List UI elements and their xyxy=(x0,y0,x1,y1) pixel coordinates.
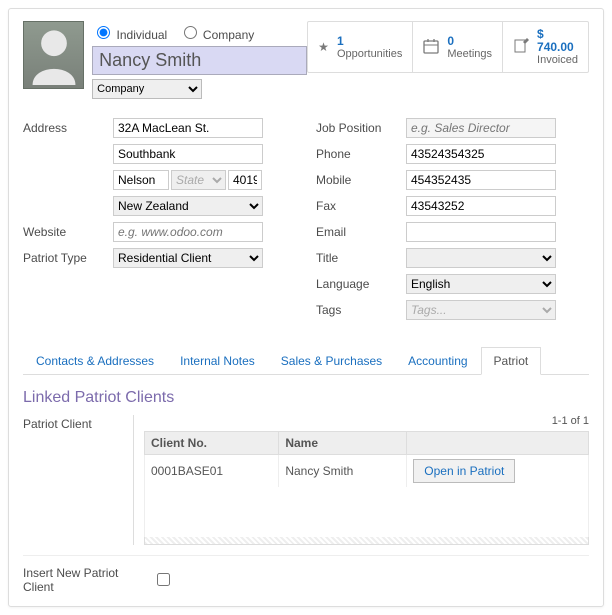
patriot-client-label: Patriot Client xyxy=(23,415,133,431)
country-select[interactable]: New Zealand xyxy=(113,196,263,216)
avatar xyxy=(23,21,84,89)
col-action xyxy=(407,432,589,455)
stat-opportunities-num: 1 xyxy=(337,35,402,48)
phone-input[interactable] xyxy=(406,144,556,164)
phone-label: Phone xyxy=(316,147,406,161)
cell-name: Nancy Smith xyxy=(279,455,407,488)
stat-opportunities[interactable]: ★ 1Opportunities xyxy=(308,22,412,72)
type-individual-label: Individual xyxy=(117,28,168,42)
state-select[interactable]: State xyxy=(171,170,226,190)
email-label: Email xyxy=(316,225,406,239)
tags-label: Tags xyxy=(316,303,406,317)
zip-input[interactable] xyxy=(228,170,262,190)
language-label: Language xyxy=(316,277,406,291)
calendar-icon xyxy=(423,38,439,57)
tab-bar: Contacts & Addresses Internal Notes Sale… xyxy=(23,347,589,375)
title-select[interactable] xyxy=(406,248,556,268)
type-individual-radio[interactable]: Individual xyxy=(92,28,167,42)
stat-invoiced[interactable]: $ 740.00Invoiced xyxy=(502,22,588,72)
language-select[interactable]: English xyxy=(406,274,556,294)
mobile-input[interactable] xyxy=(406,170,556,190)
stat-meetings[interactable]: 0Meetings xyxy=(412,22,502,72)
website-input[interactable] xyxy=(113,222,263,242)
fax-label: Fax xyxy=(316,199,406,213)
insert-label: Insert New Patriot Client xyxy=(23,564,153,594)
name-input[interactable] xyxy=(92,46,307,75)
street-input[interactable] xyxy=(113,118,263,138)
stat-opportunities-label: Opportunities xyxy=(337,48,402,60)
email-input[interactable] xyxy=(406,222,556,242)
col-client-no: Client No. xyxy=(145,432,279,455)
star-icon: ★ xyxy=(318,40,329,54)
job-label: Job Position xyxy=(316,121,406,135)
tab-contacts[interactable]: Contacts & Addresses xyxy=(23,347,167,375)
grid-footer xyxy=(144,537,589,545)
city-input[interactable] xyxy=(113,144,263,164)
table-row[interactable]: 0001BASE01 Nancy Smith Open in Patriot xyxy=(145,455,589,488)
cell-client-no: 0001BASE01 xyxy=(145,455,279,488)
stat-meetings-label: Meetings xyxy=(447,48,492,60)
fax-input[interactable] xyxy=(406,196,556,216)
address-label: Address xyxy=(23,121,113,135)
stat-invoiced-label: Invoiced xyxy=(537,54,578,66)
tab-accounting[interactable]: Accounting xyxy=(395,347,480,375)
linked-clients-table: Client No. Name 0001BASE01 Nancy Smith O… xyxy=(144,431,589,537)
mobile-label: Mobile xyxy=(316,173,406,187)
company-select[interactable]: Company xyxy=(92,79,202,99)
edit-icon xyxy=(513,38,529,57)
tab-sales[interactable]: Sales & Purchases xyxy=(268,347,395,375)
stat-invoiced-num: $ 740.00 xyxy=(537,28,578,54)
type-company-label: Company xyxy=(203,28,254,42)
open-in-patriot-button[interactable]: Open in Patriot xyxy=(413,459,515,483)
col-name: Name xyxy=(279,432,407,455)
stat-meetings-num: 0 xyxy=(447,35,492,48)
insert-checkbox[interactable] xyxy=(157,573,170,586)
website-label: Website xyxy=(23,225,113,239)
patriot-type-select[interactable]: Residential Client xyxy=(113,248,263,268)
tab-patriot[interactable]: Patriot xyxy=(481,347,542,375)
tags-select[interactable]: Tags... xyxy=(406,300,556,320)
title-label: Title xyxy=(316,251,406,265)
pager: 1-1 of 1 xyxy=(144,415,589,427)
patriot-type-label: Patriot Type xyxy=(23,251,113,265)
type-company-radio[interactable]: Company xyxy=(179,28,255,42)
job-input[interactable] xyxy=(406,118,556,138)
section-title: Linked Patriot Clients xyxy=(23,389,589,407)
tab-internal-notes[interactable]: Internal Notes xyxy=(167,347,268,375)
region-input[interactable] xyxy=(113,170,169,190)
